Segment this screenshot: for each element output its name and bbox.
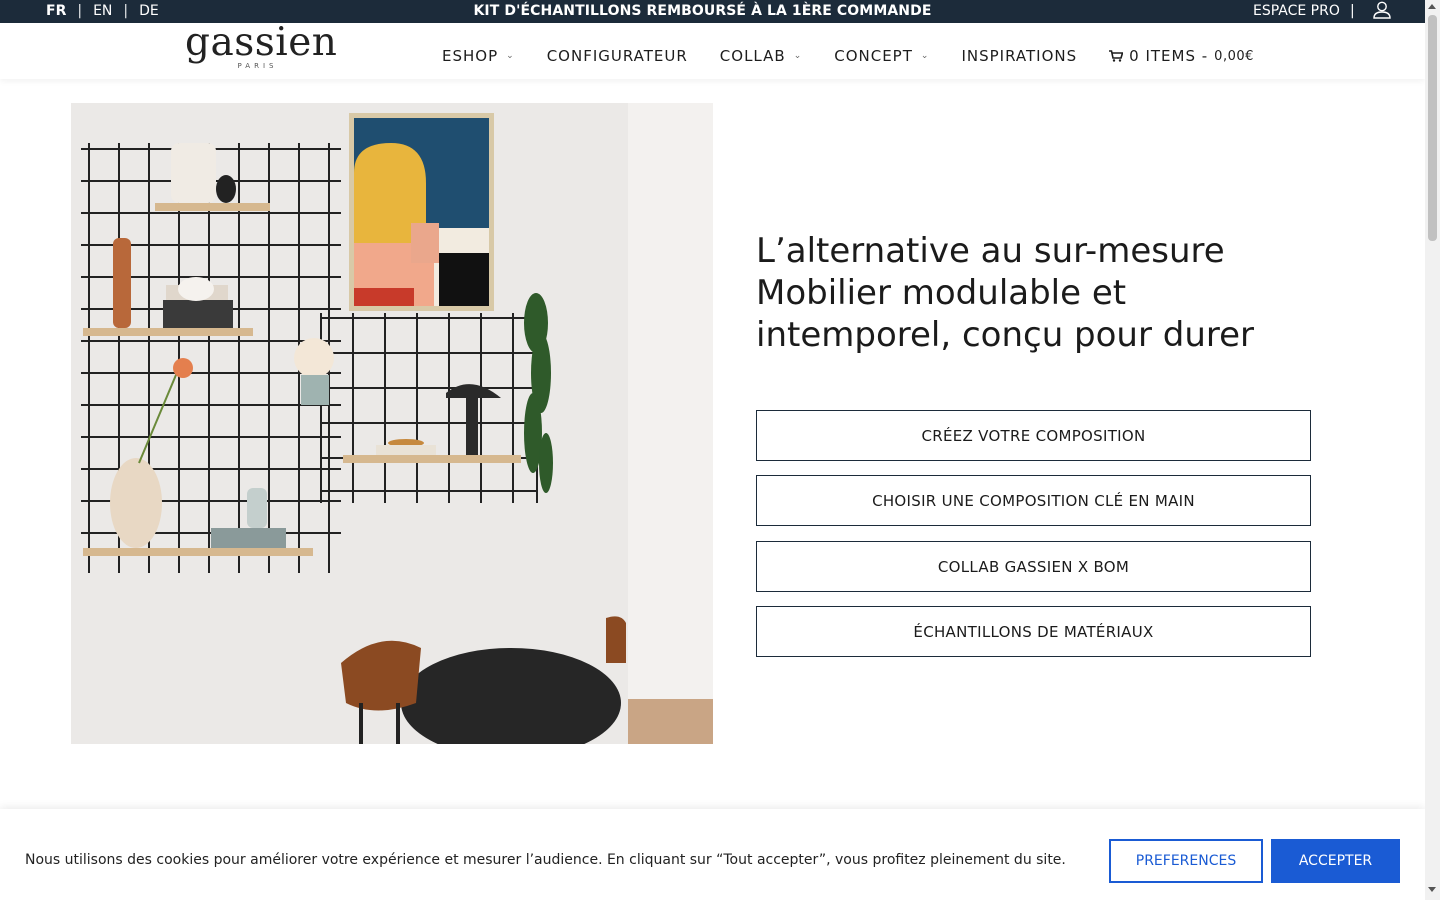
scroll-up-arrow-icon[interactable] (1428, 4, 1436, 9)
nav-item-label: CONCEPT (834, 47, 913, 65)
cookie-message: Nous utilisons des cookies pour améliore… (25, 852, 1066, 868)
user-icon[interactable] (1372, 0, 1392, 20)
scrollbar-thumb[interactable] (1428, 15, 1437, 241)
espace-pro-link[interactable]: ESPACE PRO (1253, 3, 1340, 19)
nav-item-label: ESHOP (442, 47, 499, 65)
main-nav: ESHOP ⌄ CONFIGURATEUR COLLAB ⌄ CONCEPT ⌄… (442, 47, 1254, 65)
nav-item-inspirations[interactable]: INSPIRATIONS (961, 47, 1077, 65)
nav-item-label: INSPIRATIONS (961, 47, 1078, 65)
cart-count: 0 ITEMS - (1129, 47, 1209, 65)
cookie-banner: Nous utilisons des cookies pour améliore… (0, 809, 1425, 900)
logo-wordmark: gassien (185, 20, 338, 65)
scroll-down-arrow-icon[interactable] (1428, 887, 1436, 892)
hero-headline: L’alternative au sur-mesure Mobilier mod… (756, 231, 1255, 355)
ready-made-composition-button[interactable]: CHOISIR UNE COMPOSITION CLÉ EN MAIN (756, 475, 1311, 526)
material-samples-button[interactable]: ÉCHANTILLONS DE MATÉRIAUX (756, 606, 1311, 657)
collab-bom-button[interactable]: COLLAB GASSIEN X BOM (756, 541, 1311, 592)
nav-item-label: CONFIGURATEUR (546, 47, 688, 65)
nav-item-eshop[interactable]: ESHOP ⌄ (442, 47, 515, 65)
pro-separator: | (1350, 3, 1355, 19)
cookie-preferences-button[interactable]: PREFERENCES (1109, 839, 1263, 883)
cookie-accept-button[interactable]: ACCEPTER (1271, 839, 1400, 883)
nav-item-concept[interactable]: CONCEPT ⌄ (834, 47, 929, 65)
chevron-down-icon: ⌄ (920, 51, 930, 61)
chevron-down-icon: ⌄ (506, 51, 515, 61)
promo-banner-text[interactable]: KIT D'ÉCHANTILLONS REMBOURSÉ À LA 1ÈRE C… (0, 3, 1405, 19)
hero-image (71, 103, 713, 744)
main-header: gassien PARIS ESHOP ⌄ CONFIGURATEUR COLL… (0, 20, 1425, 79)
cart-total: 0,00€ (1214, 48, 1254, 64)
nav-item-configurateur[interactable]: CONFIGURATEUR (547, 47, 688, 65)
logo[interactable]: gassien PARIS (185, 19, 338, 70)
cart-icon (1109, 50, 1124, 62)
cart-link[interactable]: 0 ITEMS - 0,00€ (1109, 47, 1254, 65)
create-composition-button[interactable]: CRÉEZ VOTRE COMPOSITION (756, 410, 1311, 461)
page-scrollbar[interactable] (1425, 0, 1440, 900)
chevron-down-icon: ⌄ (793, 51, 803, 61)
nav-item-collab[interactable]: COLLAB ⌄ (720, 47, 802, 65)
nav-item-label: COLLAB (719, 47, 786, 65)
